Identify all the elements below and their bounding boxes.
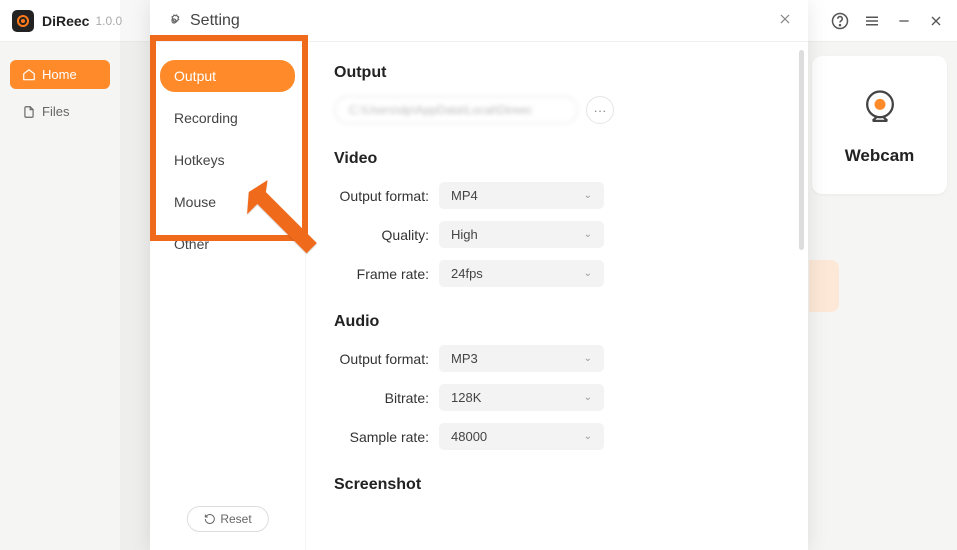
app-name: DiReec bbox=[42, 13, 89, 29]
settings-tab-hotkeys[interactable]: Hotkeys bbox=[160, 144, 295, 176]
webcam-card[interactable]: Webcam bbox=[812, 56, 947, 194]
output-path-more-button[interactable]: ··· bbox=[586, 96, 614, 124]
video-format-select[interactable]: MP4 ⌄ bbox=[439, 182, 604, 209]
gear-icon bbox=[166, 13, 182, 29]
video-framerate-select[interactable]: 24fps ⌄ bbox=[439, 260, 604, 287]
close-icon[interactable] bbox=[927, 12, 945, 30]
output-path-input[interactable]: C:\Users\dp\AppData\Local\Direec bbox=[334, 96, 578, 124]
home-icon bbox=[22, 68, 36, 82]
reset-icon bbox=[203, 513, 215, 525]
select-value: MP4 bbox=[451, 188, 478, 203]
audio-bitrate-select[interactable]: 128K ⌄ bbox=[439, 384, 604, 411]
section-heading-video: Video bbox=[334, 150, 780, 168]
chevron-down-icon: ⌄ bbox=[584, 392, 592, 403]
sidebar-item-home[interactable]: Home bbox=[10, 60, 110, 89]
video-quality-label: Quality: bbox=[334, 227, 439, 243]
minimize-icon[interactable] bbox=[895, 12, 913, 30]
reset-button[interactable]: Reset bbox=[186, 506, 268, 532]
settings-tab-output[interactable]: Output bbox=[160, 60, 295, 92]
webcam-label: Webcam bbox=[845, 146, 915, 166]
help-icon[interactable] bbox=[831, 12, 849, 30]
sidebar-item-label: Home bbox=[42, 67, 77, 82]
select-value: 48000 bbox=[451, 429, 487, 444]
section-heading-audio: Audio bbox=[334, 313, 780, 331]
video-format-label: Output format: bbox=[334, 188, 439, 204]
app-logo bbox=[12, 10, 34, 32]
audio-samplerate-select[interactable]: 48000 ⌄ bbox=[439, 423, 604, 450]
chevron-down-icon: ⌄ bbox=[584, 353, 592, 364]
sidebar-item-label: Files bbox=[42, 104, 69, 119]
select-value: High bbox=[451, 227, 478, 242]
chevron-down-icon: ⌄ bbox=[584, 229, 592, 240]
chevron-down-icon: ⌄ bbox=[584, 190, 592, 201]
audio-bitrate-label: Bitrate: bbox=[334, 390, 439, 406]
section-heading-screenshot: Screenshot bbox=[334, 476, 780, 494]
modal-title: Setting bbox=[190, 12, 240, 30]
settings-content: Output C:\Users\dp\AppData\Local\Direec … bbox=[306, 42, 808, 550]
chevron-down-icon: ⌄ bbox=[584, 268, 592, 279]
audio-samplerate-label: Sample rate: bbox=[334, 429, 439, 445]
select-value: 24fps bbox=[451, 266, 483, 281]
select-value: 128K bbox=[451, 390, 481, 405]
section-heading-output: Output bbox=[334, 64, 780, 82]
settings-sidebar: Output Recording Hotkeys Mouse Other Res… bbox=[150, 42, 306, 550]
menu-icon[interactable] bbox=[863, 12, 881, 30]
modal-close-icon[interactable] bbox=[778, 10, 792, 31]
video-framerate-label: Frame rate: bbox=[334, 266, 439, 282]
select-value: MP3 bbox=[451, 351, 478, 366]
files-icon bbox=[22, 105, 36, 119]
settings-tab-recording[interactable]: Recording bbox=[160, 102, 295, 134]
modal-header: Setting bbox=[150, 0, 808, 42]
app-version: 1.0.0 bbox=[95, 14, 122, 28]
webcam-icon bbox=[856, 84, 904, 132]
settings-tab-other[interactable]: Other bbox=[160, 228, 295, 260]
settings-modal: Setting Output Recording Hotkeys Mouse O… bbox=[150, 0, 808, 550]
sidebar-item-files[interactable]: Files bbox=[10, 97, 110, 126]
chevron-down-icon: ⌄ bbox=[584, 431, 592, 442]
reset-label: Reset bbox=[220, 512, 251, 526]
audio-format-label: Output format: bbox=[334, 351, 439, 367]
settings-tab-mouse[interactable]: Mouse bbox=[160, 186, 295, 218]
audio-format-select[interactable]: MP3 ⌄ bbox=[439, 345, 604, 372]
video-quality-select[interactable]: High ⌄ bbox=[439, 221, 604, 248]
background-button-fragment bbox=[809, 260, 839, 312]
scrollbar[interactable] bbox=[799, 50, 804, 250]
main-sidebar: Home Files bbox=[0, 50, 120, 144]
